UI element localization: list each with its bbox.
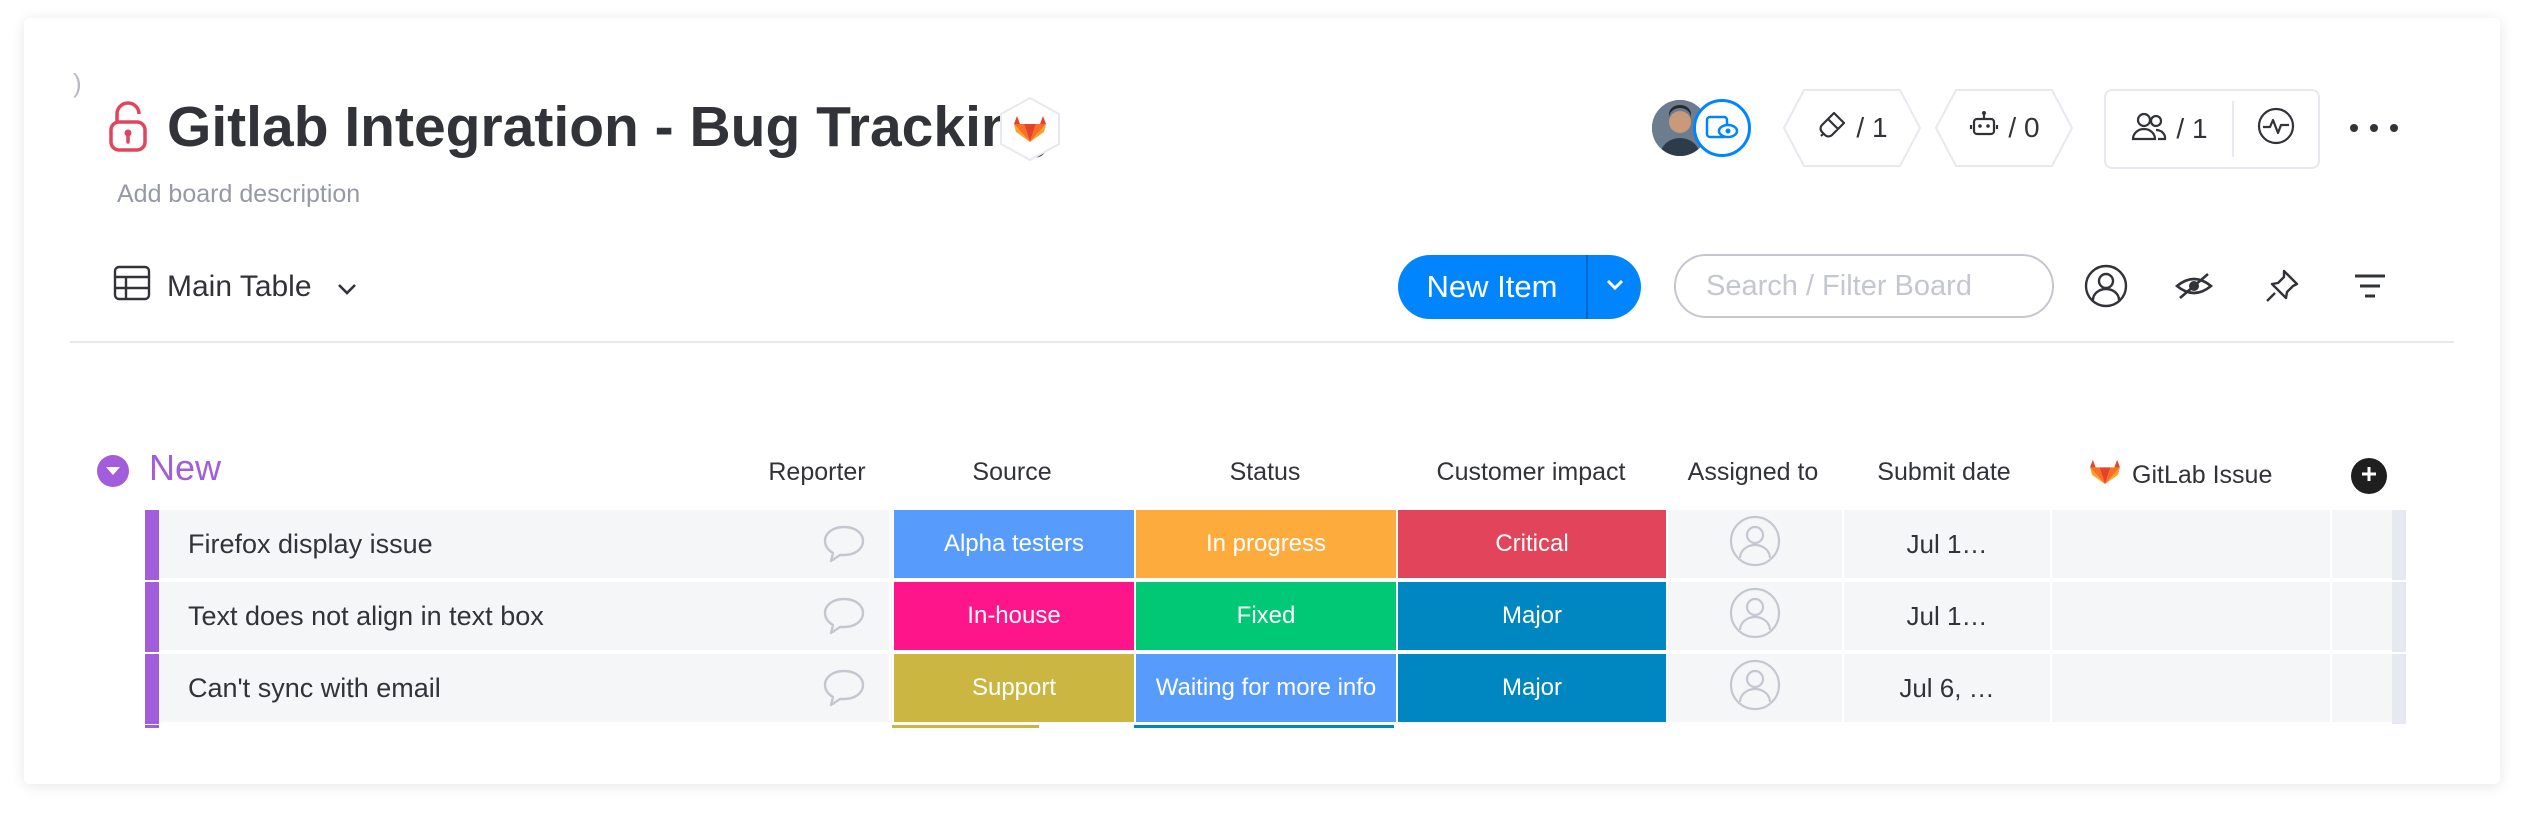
activity-icon bbox=[2256, 106, 2296, 153]
person-filter-icon[interactable] bbox=[2082, 262, 2130, 310]
group-color-bar bbox=[145, 654, 159, 724]
source-cell[interactable]: Support bbox=[892, 654, 1134, 724]
item-name-text: Text does not align in text box bbox=[188, 600, 544, 631]
chevron-down-icon bbox=[336, 270, 358, 304]
sort-filter-icon[interactable] bbox=[2346, 262, 2394, 310]
new-item-button[interactable]: New Item bbox=[1398, 269, 1586, 305]
gitlab-issue-cell[interactable] bbox=[2050, 582, 2330, 652]
automations-count: / 0 bbox=[2008, 112, 2040, 143]
impact-cell[interactable]: Major bbox=[1396, 582, 1666, 652]
person-icon bbox=[1729, 587, 1781, 646]
source-cell[interactable]: Alpha testers bbox=[892, 510, 1134, 580]
column-header-reporter[interactable]: Reporter bbox=[740, 458, 894, 487]
row-end bbox=[2392, 510, 2406, 580]
assigned-to-cell[interactable] bbox=[1666, 654, 1842, 724]
person-icon bbox=[1729, 659, 1781, 718]
new-item-dropdown[interactable] bbox=[1588, 278, 1641, 297]
column-header-gitlab-issue[interactable]: GitLab Issue bbox=[2090, 458, 2290, 493]
group-color-bar bbox=[145, 510, 159, 580]
conversation-icon[interactable] bbox=[821, 594, 867, 645]
view-selector[interactable]: Main Table bbox=[113, 262, 358, 312]
submit-date-cell[interactable]: Jul 1… bbox=[1842, 510, 2050, 580]
table-row[interactable]: Can't sync with email Support Waiting fo… bbox=[145, 654, 2406, 724]
group-title[interactable]: New bbox=[149, 447, 221, 489]
automations-button[interactable]: / 0 bbox=[1934, 88, 2074, 168]
members-button[interactable]: / 1 bbox=[2106, 91, 2232, 167]
empty-cell bbox=[2330, 510, 2392, 580]
row-end bbox=[2392, 654, 2406, 724]
gitlab-issue-cell[interactable] bbox=[2050, 510, 2330, 580]
robot-icon bbox=[1968, 109, 2000, 148]
table-row[interactable]: Text does not align in text box In-house… bbox=[145, 582, 2406, 652]
lock-icon bbox=[108, 100, 148, 152]
people-icon bbox=[2130, 110, 2168, 149]
group-color-bar bbox=[145, 582, 159, 652]
assigned-to-cell[interactable] bbox=[1666, 582, 1842, 652]
viewer-icon[interactable] bbox=[1693, 99, 1751, 157]
view-label: Main Table bbox=[167, 270, 312, 303]
collapse-handle[interactable]: ) bbox=[73, 68, 82, 99]
impact-cell[interactable]: Critical bbox=[1396, 510, 1666, 580]
table-icon bbox=[113, 264, 151, 310]
column-label: GitLab Issue bbox=[2132, 461, 2273, 489]
members-activity-box: / 1 bbox=[2104, 89, 2320, 169]
conversation-icon[interactable] bbox=[821, 522, 867, 573]
item-name-text: Firefox display issue bbox=[188, 528, 433, 559]
column-header-assigned-to[interactable]: Assigned to bbox=[1666, 458, 1840, 487]
pin-icon[interactable] bbox=[2258, 262, 2306, 310]
new-item-button-group: New Item bbox=[1398, 255, 1641, 319]
group-collapse-icon[interactable] bbox=[97, 455, 129, 487]
status-cell[interactable]: Fixed bbox=[1134, 582, 1396, 652]
column-header-submit-date[interactable]: Submit date bbox=[1840, 458, 2048, 487]
board-title[interactable]: Gitlab Integration - Bug Tracking bbox=[167, 92, 1051, 162]
integrations-button[interactable]: / 1 bbox=[1782, 88, 1922, 168]
status-cell[interactable]: Waiting for more info bbox=[1134, 654, 1396, 724]
item-name[interactable]: Text does not align in text box bbox=[159, 582, 889, 652]
gitlab-icon bbox=[2090, 458, 2120, 493]
assigned-to-cell[interactable] bbox=[1666, 510, 1842, 580]
integrations-icon bbox=[1816, 109, 1848, 148]
plus-icon bbox=[2360, 465, 2378, 488]
row-end bbox=[2392, 582, 2406, 652]
next-row-peek bbox=[145, 725, 2406, 728]
submit-date-cell[interactable]: Jul 6, … bbox=[1842, 654, 2050, 724]
members-count: / 1 bbox=[2176, 113, 2208, 144]
more-icon[interactable] bbox=[2350, 112, 2398, 144]
column-header-customer-impact[interactable]: Customer impact bbox=[1396, 458, 1666, 487]
gitlab-icon[interactable] bbox=[998, 96, 1062, 162]
conversation-icon[interactable] bbox=[821, 666, 867, 717]
column-header-source[interactable]: Source bbox=[892, 458, 1132, 487]
divider bbox=[70, 341, 2454, 343]
empty-cell bbox=[2330, 582, 2392, 652]
activity-button[interactable] bbox=[2234, 91, 2318, 167]
item-name[interactable]: Can't sync with email bbox=[159, 654, 889, 724]
impact-cell[interactable]: Major bbox=[1396, 654, 1666, 724]
add-column-button[interactable] bbox=[2351, 458, 2387, 494]
chevron-down-icon bbox=[1605, 278, 1625, 297]
board-description[interactable]: Add board description bbox=[117, 180, 360, 209]
source-cell[interactable]: In-house bbox=[892, 582, 1134, 652]
table-row[interactable]: Firefox display issue Alpha testers In p… bbox=[145, 510, 2406, 580]
hide-icon[interactable] bbox=[2170, 262, 2218, 310]
status-cell[interactable]: In progress bbox=[1134, 510, 1396, 580]
gitlab-issue-cell[interactable] bbox=[2050, 654, 2330, 724]
item-name-text: Can't sync with email bbox=[188, 672, 441, 703]
search-input[interactable]: Search / Filter Board bbox=[1674, 254, 2054, 318]
column-header-status[interactable]: Status bbox=[1134, 458, 1396, 487]
person-icon bbox=[1729, 515, 1781, 574]
empty-cell bbox=[2330, 654, 2392, 724]
integrations-count: / 1 bbox=[1856, 112, 1888, 143]
item-name[interactable]: Firefox display issue bbox=[159, 510, 889, 580]
submit-date-cell[interactable]: Jul 1… bbox=[1842, 582, 2050, 652]
